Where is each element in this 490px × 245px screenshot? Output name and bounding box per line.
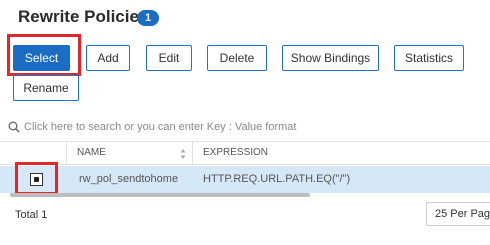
delete-button[interactable]: Delete xyxy=(207,45,267,71)
statistics-button[interactable]: Statistics xyxy=(394,45,464,71)
horizontal-scrollbar[interactable] xyxy=(10,193,310,197)
select-button[interactable]: Select xyxy=(13,45,70,71)
table-header: NAME EXPRESSION xyxy=(0,142,490,165)
total-count: Total 1 xyxy=(15,209,48,221)
checkbox-checked-mark xyxy=(34,177,39,182)
show-bindings-button[interactable]: Show Bindings xyxy=(282,45,379,71)
table-row[interactable]: rw_pol_sendtohome HTTP.REQ.URL.PATH.EQ("… xyxy=(0,166,490,193)
rename-button[interactable]: Rename xyxy=(13,75,79,101)
edit-button[interactable]: Edit xyxy=(146,45,192,71)
sort-icon[interactable] xyxy=(180,147,186,159)
column-header-expression-label: EXPRESSION xyxy=(203,147,269,158)
per-page-select[interactable]: 25 Per Page xyxy=(426,202,490,226)
column-header-expression[interactable]: EXPRESSION xyxy=(193,142,490,164)
column-header-name[interactable]: NAME xyxy=(67,142,193,164)
add-button[interactable]: Add xyxy=(86,45,130,71)
header-checkbox-cell xyxy=(0,142,67,164)
policy-name-cell: rw_pol_sendtohome xyxy=(79,173,179,185)
search-bar xyxy=(0,112,490,142)
row-checkbox[interactable] xyxy=(30,173,43,186)
table-footer: Total 1 25 Per Page xyxy=(0,198,490,245)
search-input[interactable] xyxy=(24,118,484,136)
count-badge: 1 xyxy=(137,10,159,26)
column-header-name-label: NAME xyxy=(77,147,106,158)
page-title: Rewrite Policies xyxy=(18,7,149,26)
search-icon xyxy=(8,120,20,133)
policy-expression-cell: HTTP.REQ.URL.PATH.EQ("/") xyxy=(203,173,351,185)
